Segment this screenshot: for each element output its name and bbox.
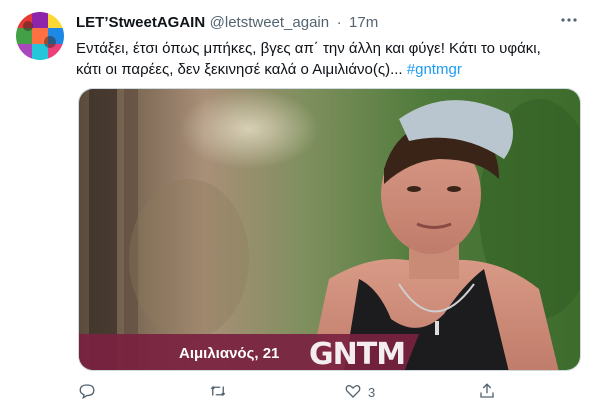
hashtag-link[interactable]: #gntmgr — [407, 61, 462, 78]
tweet-text-line: κάτι οι παρέες, δεν ξεκινησέ καλά ο Αιμι… — [76, 59, 581, 80]
media-image — [79, 89, 580, 370]
tweet-text-line-part: κάτι οι παρέες, δεν ξεκινησέ καλά ο Αιμι… — [76, 61, 403, 78]
tweet-text: Εντάξει, έτσι όπως μπήκες, βγες απ΄ την … — [76, 38, 581, 80]
like-count: 3 — [368, 385, 376, 400]
more-icon[interactable] — [559, 10, 579, 30]
gntm-logo: GNTM — [309, 337, 406, 371]
timestamp[interactable]: 17m — [349, 14, 378, 31]
media-caption: Αιμιλιανός, 21 — [179, 345, 280, 362]
tweet-header: LET’StweetAGAIN @letstweet_again · 17m — [76, 14, 579, 34]
tweet-actions: 3 — [76, 382, 581, 402]
tweet-media[interactable]: Αιμιλιανός, 21 GNTM — [78, 88, 581, 371]
user-handle[interactable]: @letstweet_again — [210, 14, 329, 31]
tweet[interactable]: LET’StweetAGAIN @letstweet_again · 17m Ε… — [0, 0, 595, 400]
tweet-text-line: Εντάξει, έτσι όπως μπήκες, βγες απ΄ την … — [76, 40, 541, 57]
avatar[interactable] — [16, 12, 64, 60]
display-name[interactable]: LET’StweetAGAIN — [76, 14, 205, 31]
separator-dot: · — [336, 14, 342, 31]
